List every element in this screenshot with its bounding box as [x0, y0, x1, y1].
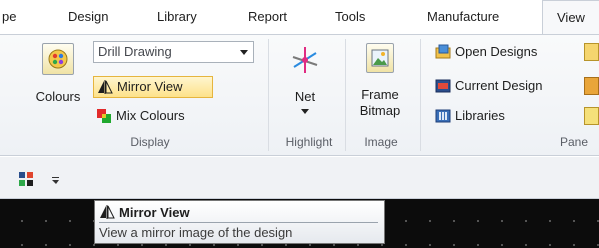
mirror-view-tooltip: Mirror View View a mirror image of the d… [94, 200, 385, 244]
highlight-group-label: Highlight [285, 135, 333, 149]
qat-app-icon[interactable] [18, 171, 34, 187]
panel-button-clipped[interactable] [584, 43, 599, 61]
qat-customize-icon[interactable] [52, 177, 59, 178]
mirror-view-icon [100, 205, 115, 219]
image-group-label: Image [364, 135, 398, 149]
frame-bitmap-label-line1: Frame [361, 87, 399, 102]
mirror-view-label: Mirror View [117, 79, 183, 94]
tooltip-description: View a mirror image of the design [99, 225, 293, 240]
colours-label: Colours [35, 89, 81, 104]
ribbon-panel: Colours Drill Drawing Mirror View Mix Co… [0, 34, 599, 156]
colours-button[interactable]: Colours [30, 43, 86, 105]
libraries-icon [435, 109, 451, 123]
group-separator [268, 39, 269, 151]
frame-bitmap-label-line2: Bitmap [359, 103, 401, 118]
current-design-label: Current Design [455, 78, 543, 93]
quick-access-toolbar [0, 157, 599, 199]
net-highlight-icon [292, 47, 318, 73]
panel-button-clipped[interactable] [584, 107, 599, 125]
panels-group-label: Pane [560, 135, 589, 149]
libraries-label: Libraries [455, 108, 505, 123]
net-highlight-button[interactable]: Net [283, 43, 327, 114]
current-design-button[interactable]: Current Design [432, 75, 545, 97]
open-designs-icon [435, 44, 451, 59]
display-group-label: Display [130, 135, 170, 149]
tooltip-divider [99, 222, 378, 223]
tab-tools[interactable]: Tools [335, 0, 365, 34]
group-separator [420, 39, 421, 151]
chevron-down-icon[interactable] [52, 180, 59, 184]
tab-manufacture[interactable]: Manufacture [427, 0, 499, 34]
mirror-view-button[interactable]: Mirror View [93, 76, 213, 98]
frame-bitmap-button[interactable]: Frame Bitmap [354, 43, 406, 119]
ribbon-tab-strip: pe Design Library Report Tools Manufactu… [0, 0, 599, 36]
tooltip-title: Mirror View [99, 204, 190, 220]
tab-library[interactable]: Library [157, 0, 197, 34]
net-label: Net [294, 89, 316, 104]
colours-icon [42, 43, 74, 75]
group-separator [345, 39, 346, 151]
chevron-down-icon[interactable] [240, 50, 248, 55]
tab-design[interactable]: Design [68, 0, 108, 34]
panel-button-clipped[interactable] [584, 77, 599, 95]
current-design-icon [435, 79, 451, 93]
net-dropdown-arrow-icon[interactable] [301, 109, 309, 114]
libraries-button[interactable]: Libraries [432, 105, 508, 127]
tab-report[interactable]: Report [248, 0, 287, 34]
view-select-value: Drill Drawing [98, 44, 172, 59]
frame-bitmap-icon [366, 43, 394, 73]
tab-view[interactable]: View [542, 0, 599, 36]
view-select[interactable]: Drill Drawing [93, 41, 254, 63]
mix-colours-button[interactable]: Mix Colours [93, 105, 218, 127]
mirror-view-icon [98, 80, 113, 94]
mix-colours-icon [97, 109, 111, 123]
open-designs-button[interactable]: Open Designs [432, 41, 540, 63]
tab-type[interactable]: pe [2, 0, 16, 34]
tooltip-title-text: Mirror View [119, 204, 190, 220]
open-designs-label: Open Designs [455, 44, 538, 59]
mix-colours-label: Mix Colours [116, 108, 185, 123]
